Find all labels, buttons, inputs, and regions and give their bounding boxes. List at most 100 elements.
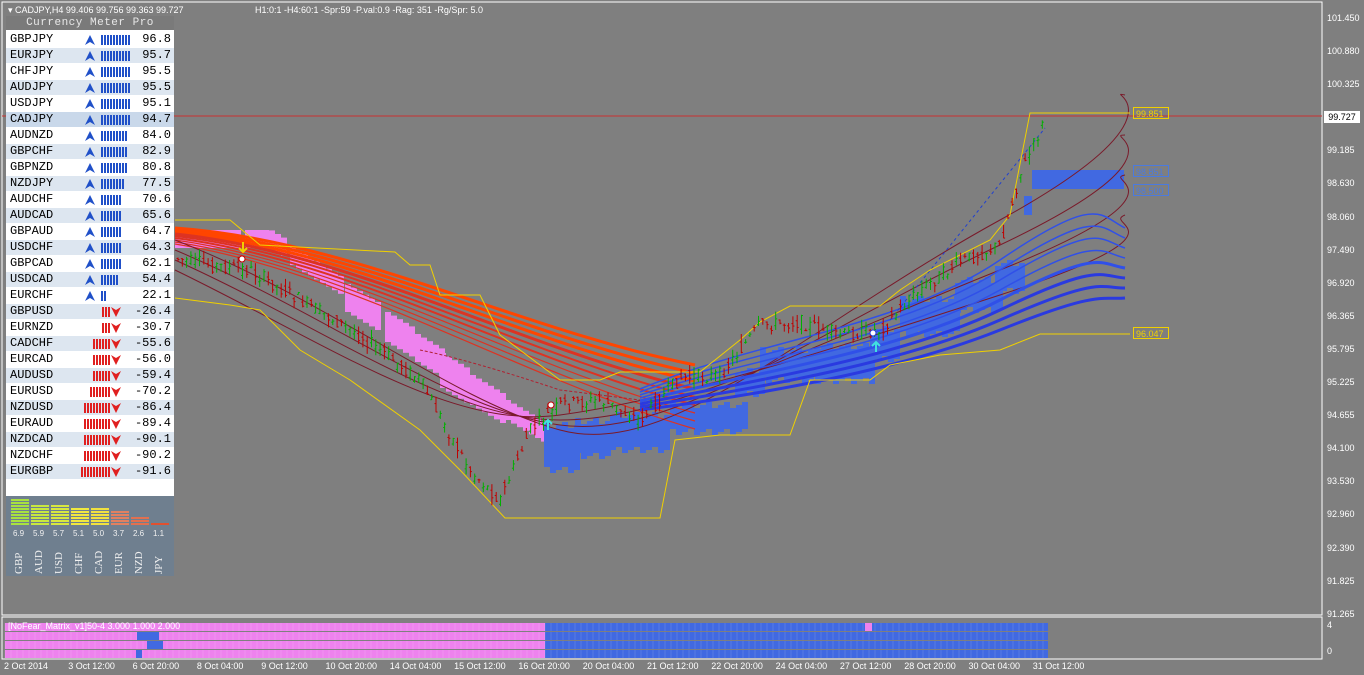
arrow-up-icon [84,66,96,78]
strength-segment [111,514,129,516]
strength-segment [71,520,89,522]
pair-name: EURNZD [10,320,54,334]
arrow-up-icon [84,34,96,46]
price-tick-label: 96.920 [1327,277,1355,288]
matrix-blue-bar [147,641,163,649]
arrow-up-icon [84,178,96,190]
red-ma-line [174,243,696,430]
price-tick-label: 95.795 [1327,343,1355,354]
matrix-blue-bar [136,650,142,658]
pair-name: EURGBP [10,464,54,478]
pair-value: 62.1 [142,256,171,270]
pink-cloud-block [476,378,482,409]
arrow-down-icon [110,354,122,366]
pink-cloud-block [397,319,403,350]
pair-row-cadchf: CADCHF -55.6 [6,336,174,351]
strength-bars [101,67,131,77]
strength-segment [131,517,149,519]
pink-cloud-block [385,312,391,342]
pair-value: -86.4 [134,400,171,414]
blue-cloud-block [658,418,664,453]
pink-cloud-block [446,356,452,392]
arrow-up-icon [84,82,96,94]
subwindow-title: [NoFear_Matrix_v1]50-4 3.000 1.000 2.000 [8,621,181,631]
pair-row-gbpcad: GBPCAD 62.1 [6,256,174,271]
strength-segment [11,508,29,510]
price-tick-label: 95.225 [1327,377,1355,387]
arrow-down-icon [110,434,122,446]
strength-bars [101,275,119,285]
strength-bars [101,147,128,157]
strength-bars [101,131,128,141]
date-tick-label: 9 Oct 12:00 [261,661,308,671]
pair-name: GBPCHF [10,144,54,158]
pair-name: CADJPY [10,112,54,126]
matrix-blue-bar [137,632,159,640]
pink-cloud-block [440,353,446,388]
blue-cloud-block [562,422,568,467]
strength-segment [51,514,69,516]
red-ma-line [174,237,696,406]
spread-info: H1:0:1 -H4:60:1 -Spr:59 -P.val:0.9 -Rag:… [255,5,483,15]
pair-name: AUDJPY [10,80,54,94]
blue-cloud-block [556,425,562,470]
strength-segment [51,520,69,522]
chevron-down-icon[interactable]: ▾ [8,5,13,15]
strength-segment [71,514,89,516]
matrix-blue-bar [545,650,1048,658]
pair-name: AUDCAD [10,208,54,222]
subwindow-scale-top: 4 [1327,620,1333,630]
pink-cloud-block [494,389,500,420]
date-tick-label: 30 Oct 04:00 [968,661,1021,671]
currency-strength-panel: 6.9 GBP 5.9 AUD 5.7 USD 5.1 CHF 5.0 CAD 3.7 EUR 2.6 N… [6,496,174,576]
pair-value: 84.0 [142,128,171,142]
strength-segment [11,514,29,516]
price-tick-label: 99.185 [1327,145,1355,156]
pair-name: NZDCHF [10,448,54,462]
arrow-up-icon [84,290,96,302]
pair-name: NZDUSD [10,400,54,414]
pair-name: AUDNZD [10,128,54,142]
pink-cloud-block [433,344,439,373]
blue-cloud-block [736,405,742,432]
pair-value: 95.1 [142,96,171,110]
currency-strength-value: 2.6 [133,529,145,538]
date-tick-label: 6 Oct 20:00 [132,661,180,671]
strength-segment [11,511,29,513]
pair-row-chfjpy: CHFJPY 95.5 [6,64,174,79]
symbol-label: CADJPY,H4 [15,5,64,15]
pair-row-cadjpy: CADJPY 94.7 [6,112,174,127]
pair-value: -90.2 [134,448,171,462]
pair-row-usdcad: USDCAD 54.4 [6,272,174,287]
upper-channel-line [175,112,1130,381]
currency-code-label: USD [53,551,65,574]
blue-cloud-block [593,418,599,453]
strength-bars [101,227,122,237]
arrow-down-icon [110,466,122,478]
date-tick-label: 3 Oct 12:00 [68,661,115,671]
pair-row-audnzd: AUDNZD 84.0 [6,128,174,143]
price-tick-label: 92.960 [1327,509,1355,520]
pair-name: USDCAD [10,272,54,286]
date-tick-label: 27 Oct 12:00 [839,661,892,671]
date-tick-label: 2 Oct 2014 [4,661,49,671]
pair-name: EURCHF [10,288,54,302]
price-tick-label: 98.630 [1327,178,1355,189]
pair-name: AUDUSD [10,368,54,382]
date-tick-label: 22 Oct 20:00 [711,661,763,671]
pair-value: -30.7 [134,320,171,334]
blue-cloud-block [599,424,605,459]
pink-cloud-block [452,360,458,396]
strength-bars [90,387,111,397]
level-label: 96.047 [1133,327,1169,339]
strength-segment [11,517,29,519]
pair-name: CADCHF [10,336,54,350]
strength-bars [101,179,125,189]
pair-row-eurusd: EURUSD -70.2 [6,384,174,399]
strength-bars [101,259,122,269]
blue-ma-line [639,249,1126,399]
currency-meter-panel: Currency Meter Pro GBPJPY 96.8 EURJPY 95.7 C… [6,16,174,576]
strength-bars [93,339,111,349]
strength-bars [101,99,131,109]
strength-segment [111,523,129,525]
